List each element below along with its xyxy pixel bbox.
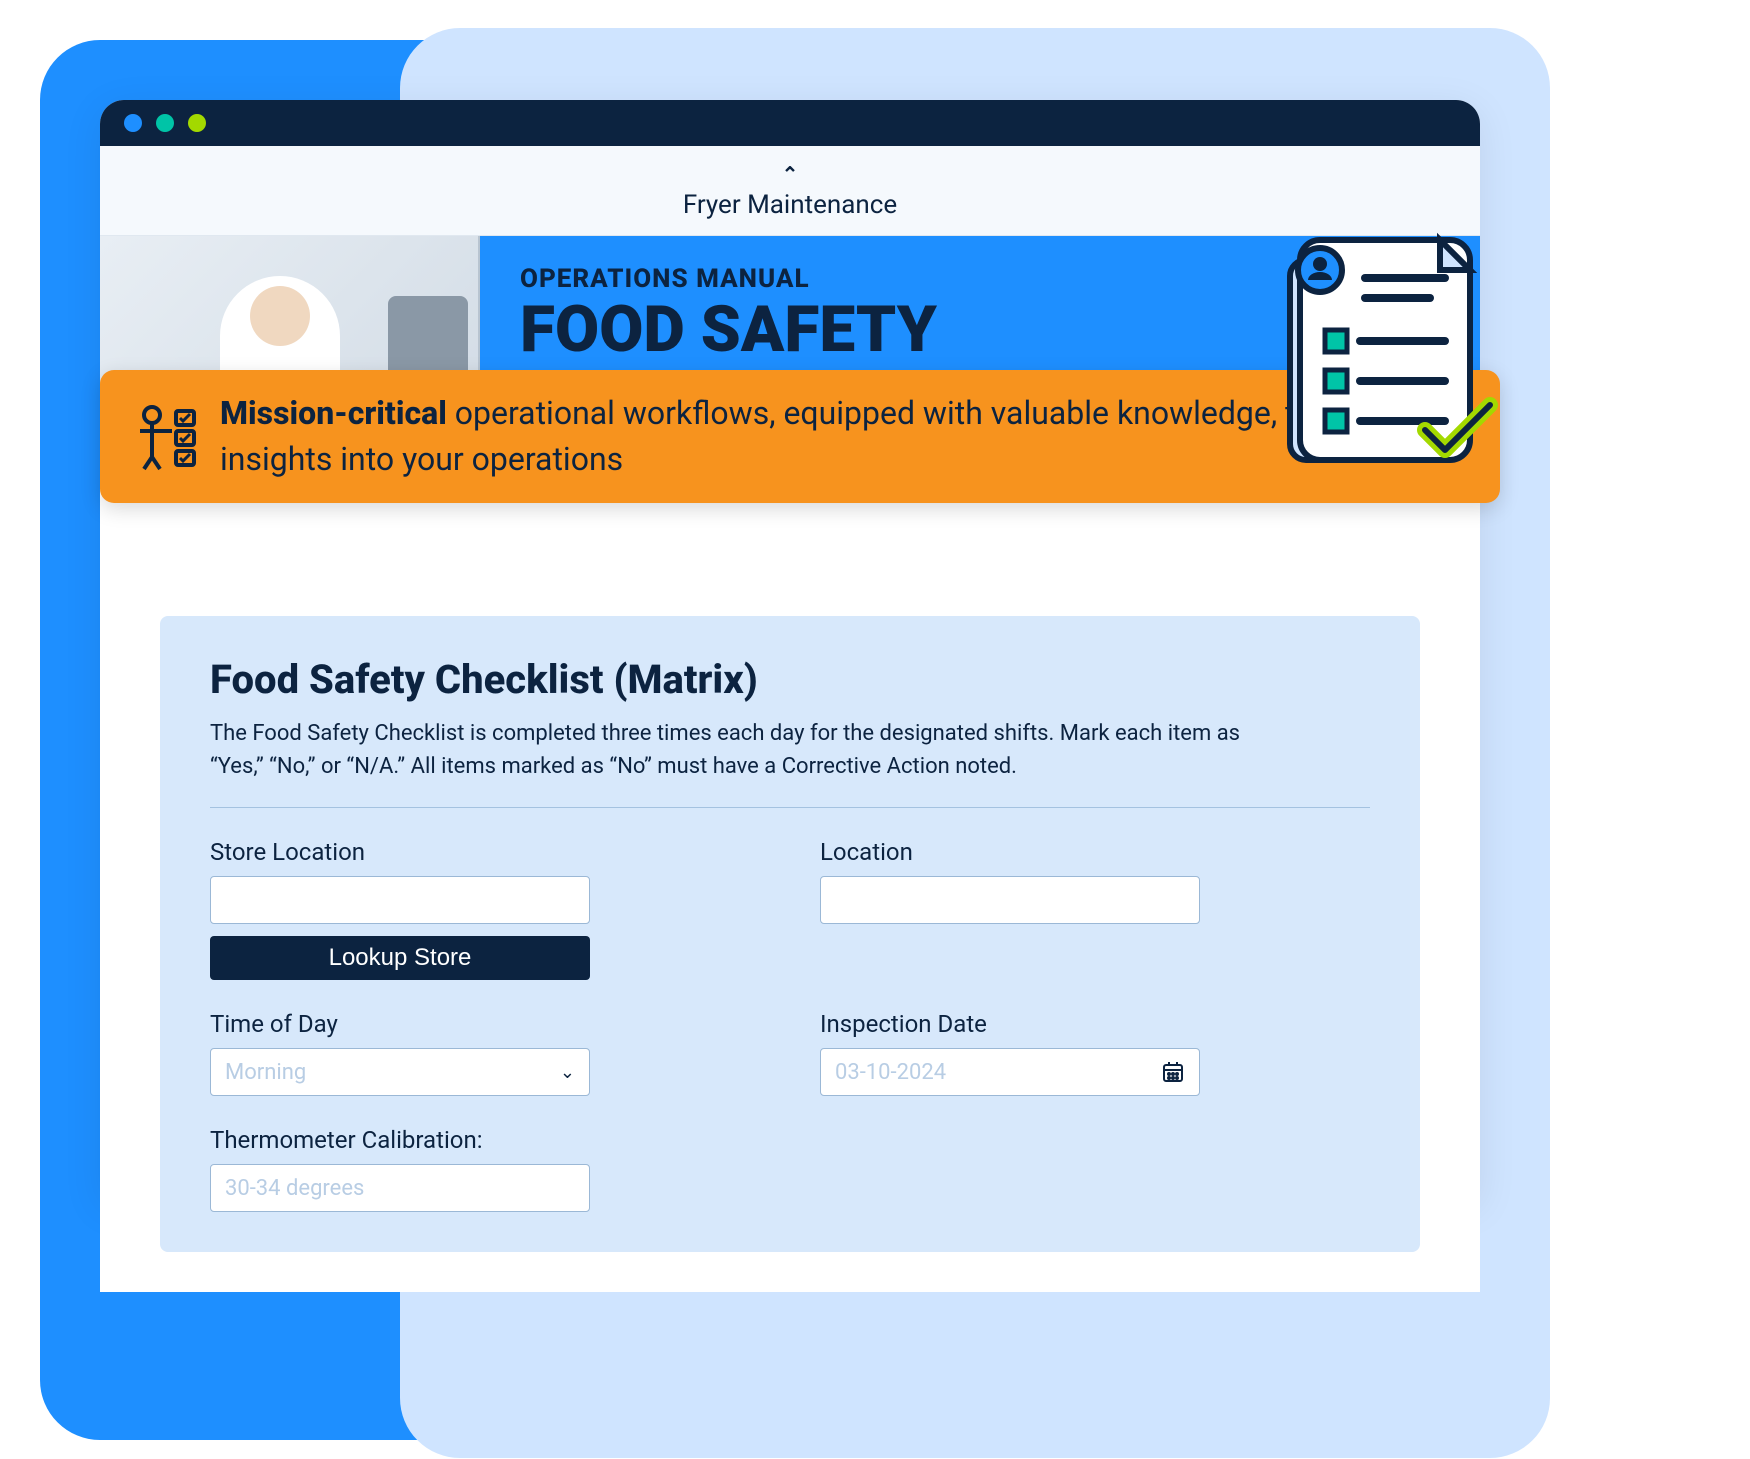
content-area: Food Safety Checklist (Matrix) The Food … (100, 486, 1480, 1292)
chevron-up-icon[interactable]: ⌃ (782, 162, 799, 186)
banner-strong: Mission-critical (220, 394, 447, 432)
window-dot-1 (124, 114, 142, 132)
checklist-illustration-icon (1270, 230, 1510, 490)
breadcrumb-label[interactable]: Fryer Maintenance (683, 190, 897, 220)
store-location-label: Store Location (210, 838, 760, 866)
divider (210, 807, 1370, 808)
checklist-form-card: Food Safety Checklist (Matrix) The Food … (160, 616, 1420, 1252)
location-label: Location (820, 838, 1370, 866)
calendar-icon (1161, 1060, 1185, 1084)
time-of-day-select[interactable]: Morning ⌄ (210, 1048, 590, 1096)
field-thermometer: Thermometer Calibration: 30-34 degrees (210, 1126, 760, 1212)
location-input[interactable] (820, 876, 1200, 924)
field-location: Location (820, 838, 1370, 980)
breadcrumb-bar: ⌃ Fryer Maintenance (100, 146, 1480, 236)
field-time-of-day: Time of Day Morning ⌄ (210, 1010, 760, 1096)
form-description: The Food Safety Checklist is completed t… (210, 717, 1270, 783)
time-of-day-label: Time of Day (210, 1010, 760, 1038)
inspection-date-label: Inspection Date (820, 1010, 1370, 1038)
window-dot-2 (156, 114, 174, 132)
thermometer-label: Thermometer Calibration: (210, 1126, 760, 1154)
browser-window: ⌃ Fryer Maintenance OPERATIONS MANUAL FO… (100, 100, 1480, 1200)
field-store-location: Store Location Lookup Store (210, 838, 760, 980)
browser-titlebar (100, 100, 1480, 146)
field-inspection-date: Inspection Date 03-10-2024 (820, 1010, 1370, 1096)
lookup-store-button[interactable]: Lookup Store (210, 936, 590, 980)
inspection-date-input[interactable]: 03-10-2024 (820, 1048, 1200, 1096)
thermometer-input[interactable]: 30-34 degrees (210, 1164, 590, 1212)
person-checklist-icon (130, 401, 200, 471)
window-dot-3 (188, 114, 206, 132)
store-location-input[interactable] (210, 876, 590, 924)
form-title: Food Safety Checklist (Matrix) (210, 656, 1370, 703)
chevron-down-icon: ⌄ (560, 1062, 575, 1083)
inspection-date-value: 03-10-2024 (835, 1060, 946, 1085)
time-of-day-value: Morning (225, 1060, 306, 1085)
thermometer-value: 30-34 degrees (225, 1176, 364, 1201)
